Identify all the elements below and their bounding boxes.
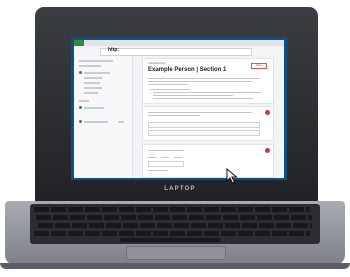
form-header-card: Individual Form Example Person | Section…	[142, 58, 274, 104]
column-header	[148, 157, 156, 159]
required-icon	[265, 110, 270, 115]
sidebar-subheading	[79, 65, 101, 67]
keyboard-row[interactable]	[36, 215, 312, 220]
sidebar-status-dot	[79, 71, 82, 74]
description-line	[148, 78, 260, 80]
section-heading: Individual Form	[148, 62, 166, 65]
sidebar-heading	[79, 60, 113, 62]
sidebar-item-count	[118, 121, 124, 123]
answer-option-input[interactable]	[148, 122, 260, 128]
sidebar-item[interactable]	[84, 82, 100, 84]
description-line	[148, 81, 252, 83]
sidebar-item[interactable]	[84, 77, 102, 79]
column-header	[161, 157, 169, 159]
page-title: Example Person | Section 1	[148, 67, 227, 73]
sidebar-item[interactable]	[84, 92, 98, 94]
instruction-line	[153, 98, 253, 100]
trackpad[interactable]	[126, 246, 226, 260]
question-text	[148, 150, 184, 152]
question-text	[148, 112, 252, 114]
laptop-brand-label: LAPTOP	[164, 186, 196, 192]
question-text	[148, 115, 200, 117]
mouse-pointer-icon	[226, 168, 238, 184]
description-line	[148, 84, 188, 86]
helper-text	[148, 170, 168, 172]
keyboard-row[interactable]	[34, 231, 310, 236]
sidebar-item[interactable]	[84, 107, 104, 109]
laptop-screen: http: Individual Form Example Person | S…	[74, 40, 284, 178]
question-card	[142, 144, 274, 178]
keyboard-row[interactable]	[34, 207, 310, 212]
address-bar[interactable]	[100, 48, 252, 56]
browser-tab-indicator	[74, 40, 84, 46]
sidebar-status-dot	[79, 120, 82, 123]
question-card	[142, 106, 274, 141]
instruction-line	[153, 95, 233, 97]
sidebar-status-dot	[79, 106, 82, 109]
site-logo: http:	[108, 47, 120, 53]
browser-tab-bar	[74, 40, 284, 46]
sidebar-item-active[interactable]	[84, 72, 110, 74]
column-header	[174, 157, 182, 159]
sidebar-item[interactable]	[84, 121, 108, 123]
keyboard	[30, 204, 320, 244]
laptop-base-edge	[0, 263, 350, 269]
date-input[interactable]	[148, 161, 184, 167]
answer-option-input[interactable]	[148, 130, 260, 136]
instruction-line	[153, 92, 261, 94]
spacebar-key[interactable]	[120, 238, 220, 242]
save-button[interactable]: Save	[251, 63, 267, 69]
sidebar-item[interactable]	[79, 100, 89, 102]
sidebar-item[interactable]	[84, 87, 102, 89]
required-icon	[265, 148, 270, 153]
instruction-line	[150, 89, 190, 91]
keyboard-row[interactable]	[38, 223, 312, 228]
sidebar	[74, 56, 133, 178]
